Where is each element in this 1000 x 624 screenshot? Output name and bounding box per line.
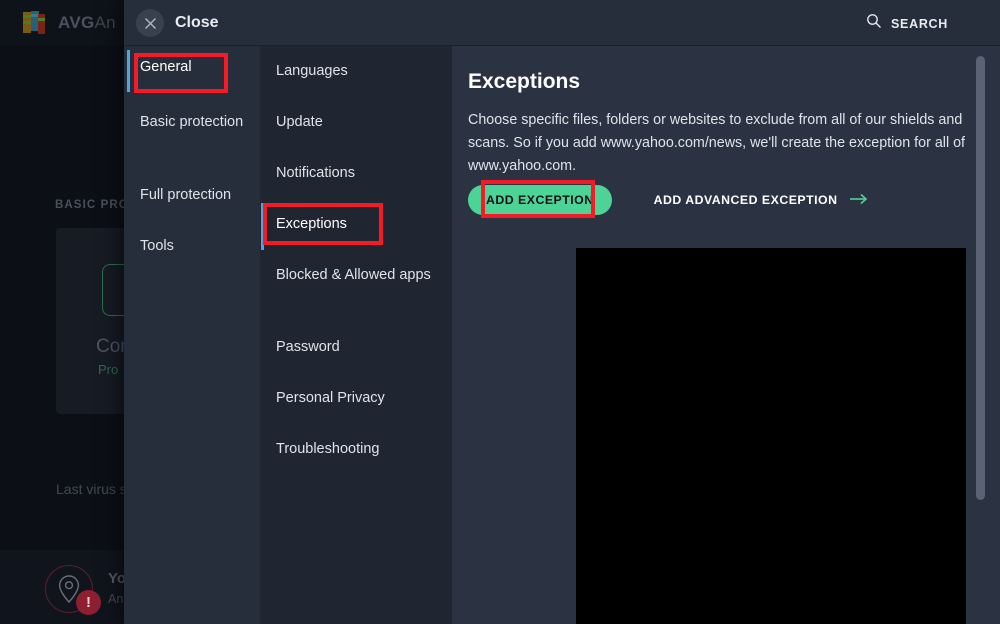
settings-panel-header: Close SEARCH <box>124 0 1000 46</box>
nav-item-personal-privacy-label: Personal Privacy <box>276 390 385 406</box>
nav-item-update[interactable]: Update <box>260 113 452 132</box>
search-button[interactable]: SEARCH <box>866 13 948 34</box>
search-icon <box>866 13 882 34</box>
nav-item-general[interactable]: General <box>124 58 260 77</box>
nav-item-notifications-label: Notifications <box>276 165 355 181</box>
close-button[interactable]: Close <box>136 9 219 37</box>
secondary-navigation: Languages Update Notifications Exception… <box>260 46 452 624</box>
avg-logo-icon <box>22 9 50 37</box>
last-virus-scan-text: Last virus s <box>56 481 127 497</box>
close-icon <box>136 9 164 37</box>
basic-protection-section-label: BASIC PRO <box>55 199 129 211</box>
nav-item-personal-privacy[interactable]: Personal Privacy <box>260 389 452 408</box>
nav-item-languages-label: Languages <box>276 63 348 79</box>
exceptions-list-area <box>576 248 1000 624</box>
alert-badge: ! <box>76 590 101 615</box>
nav-item-basic-protection-label: Basic protection <box>140 114 243 130</box>
nav-item-update-label: Update <box>276 114 323 130</box>
screenshot-root: AVGAn BASIC PRO Con Pro Last virus s ! Y… <box>0 0 1000 624</box>
nav-item-languages[interactable]: Languages <box>260 62 452 81</box>
nav-item-exceptions[interactable]: Exceptions <box>260 215 452 234</box>
content-pane: Exceptions Choose specific files, folder… <box>452 46 1000 624</box>
nav-item-blocked-allowed-apps-label: Blocked & Allowed apps <box>276 267 431 283</box>
page-description: Choose specific files, folders or websit… <box>468 109 968 178</box>
bottom-status-subtitle: An <box>108 592 123 606</box>
add-exception-button[interactable]: ADD EXCEPTION <box>468 185 612 215</box>
nav-item-password-label: Password <box>276 339 340 355</box>
nav-item-troubleshooting-label: Troubleshooting <box>276 441 379 457</box>
settings-panel: Close SEARCH General Basic protection <box>124 0 1000 624</box>
action-row: ADD EXCEPTION ADD ADVANCED EXCEPTION <box>468 185 869 215</box>
page-title: Exceptions <box>468 70 580 94</box>
content-scrollbar-track[interactable] <box>966 46 1000 624</box>
nav-item-general-label: General <box>140 59 192 75</box>
nav-item-basic-protection[interactable]: Basic protection <box>124 113 260 132</box>
app-product-suffix: An <box>94 13 115 32</box>
search-button-label: SEARCH <box>891 17 948 31</box>
app-product-name: AVGAn <box>58 13 116 33</box>
nav-item-blocked-allowed-apps[interactable]: Blocked & Allowed apps <box>260 266 452 285</box>
nav-item-tools[interactable]: Tools <box>124 237 260 256</box>
nav-item-exceptions-label: Exceptions <box>276 216 347 232</box>
nav-item-troubleshooting[interactable]: Troubleshooting <box>260 440 452 459</box>
primary-navigation: General Basic protection Full protection… <box>124 46 260 624</box>
add-advanced-exception-button[interactable]: ADD ADVANCED EXCEPTION <box>654 193 870 208</box>
add-advanced-exception-label: ADD ADVANCED EXCEPTION <box>654 193 838 207</box>
app-product-brand: AVG <box>58 13 94 32</box>
nav-item-full-protection-label: Full protection <box>140 187 231 203</box>
content-scrollbar-thumb[interactable] <box>976 56 985 500</box>
nav-item-password[interactable]: Password <box>260 338 452 357</box>
nav-item-full-protection[interactable]: Full protection <box>124 186 260 205</box>
nav-item-notifications[interactable]: Notifications <box>260 164 452 183</box>
protection-card-status: Pro <box>98 362 118 377</box>
close-button-label: Close <box>175 14 219 32</box>
arrow-right-icon <box>849 193 869 208</box>
nav-item-tools-label: Tools <box>140 238 174 254</box>
